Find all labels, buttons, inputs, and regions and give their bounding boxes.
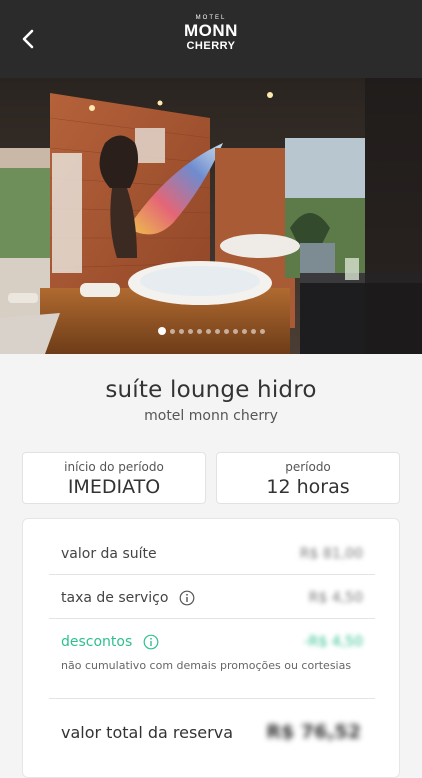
period-start-label: início do período <box>64 460 164 474</box>
motel-logo: MOTEL MONN CHERRY <box>160 14 262 62</box>
service-fee-label: taxa de serviço <box>61 590 169 606</box>
suite-title: suíte lounge hidro <box>105 377 317 403</box>
carousel-dot[interactable] <box>259 329 265 334</box>
carousel-dot[interactable] <box>196 329 202 334</box>
logo-monn-text: MONN <box>184 21 238 40</box>
suite-price-value: R$ 81,00 <box>299 546 363 562</box>
carousel-dot[interactable] <box>205 329 211 334</box>
period-duration-value: 12 horas <box>266 476 350 498</box>
carousel-dot[interactable] <box>157 327 166 335</box>
period-duration-box[interactable]: período 12 horas <box>216 452 400 504</box>
carousel-dot[interactable] <box>214 329 220 334</box>
carousel-dot[interactable] <box>178 329 184 334</box>
discount-label: descontos <box>61 634 133 650</box>
app-header: MOTEL MONN CHERRY <box>0 0 422 78</box>
reservation-summary-card: valor da suíte R$ 81,00 taxa de serviço … <box>22 518 400 778</box>
total-value: R$ 76,52 <box>266 721 361 743</box>
suite-photo[interactable] <box>0 78 422 354</box>
suite-price-label: valor da suíte <box>61 546 157 562</box>
discount-note: não cumulativo com demais promoções ou c… <box>61 659 352 672</box>
back-button[interactable] <box>14 24 44 54</box>
info-icon[interactable] <box>179 590 195 606</box>
suite-photo-image <box>0 78 422 354</box>
discount-value: -R$ 4,50 <box>303 634 363 650</box>
carousel-dot[interactable] <box>250 329 256 334</box>
logo-cherry-text: CHERRY <box>186 40 236 52</box>
period-start-value: IMEDIATO <box>67 476 161 498</box>
carousel-dot[interactable] <box>187 329 193 334</box>
suite-price-row: valor da suíte R$ 81,00 <box>49 529 375 575</box>
carousel-dot[interactable] <box>223 329 229 334</box>
service-fee-value: R$ 4,50 <box>308 590 363 606</box>
discount-row: descontos -R$ 4,50 não cumulativo com de… <box>49 619 375 699</box>
carousel-dot[interactable] <box>169 329 175 334</box>
service-fee-row: taxa de serviço R$ 4,50 <box>49 575 375 619</box>
carousel-dot[interactable] <box>241 329 247 334</box>
period-duration-label: período <box>285 460 331 474</box>
motel-name: motel monn cherry <box>144 408 278 424</box>
total-label: valor total da reserva <box>61 723 233 742</box>
carousel-indicator[interactable] <box>0 327 422 337</box>
discount-info-icon[interactable] <box>143 634 159 650</box>
period-start-box[interactable]: início do período IMEDIATO <box>22 452 206 504</box>
chevron-left-icon <box>22 29 34 49</box>
carousel-dot[interactable] <box>232 329 238 334</box>
